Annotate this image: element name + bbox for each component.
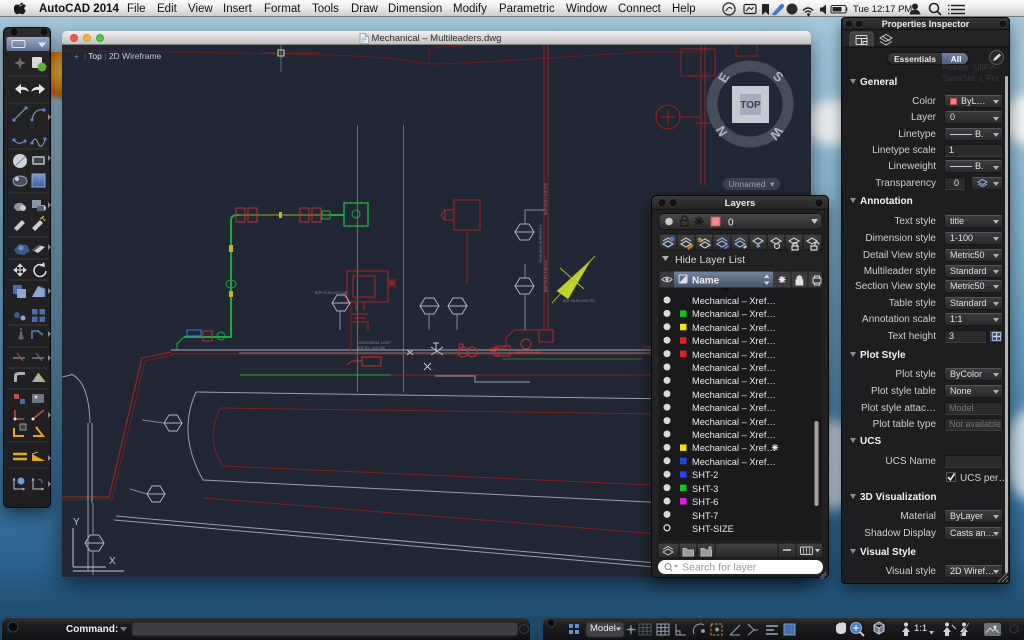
svg-text:EXISTING SUPPORTS: EXISTING SUPPORTS bbox=[539, 224, 543, 262]
svg-text:Y: Y bbox=[73, 517, 80, 528]
svg-text:Search for layer: Search for layer bbox=[682, 562, 757, 574]
svg-text:X: X bbox=[109, 556, 116, 567]
svg-text:BOP ELEV 105.378: BOP ELEV 105.378 bbox=[544, 183, 548, 215]
svg-text:TOP: TOP bbox=[740, 100, 761, 111]
svg-text:BOP ELEV 103.750: BOP ELEV 103.750 bbox=[563, 299, 595, 303]
svg-text:BOP EL. 102.438: BOP EL. 102.438 bbox=[357, 346, 385, 350]
svg-text:HORIZONTAL LOOP: HORIZONTAL LOOP bbox=[357, 341, 391, 345]
svg-text:BOP ELEV 102.438: BOP ELEV 102.438 bbox=[315, 291, 347, 295]
svg-text:BOP ELEV 105.444: BOP ELEV 105.444 bbox=[544, 260, 548, 292]
